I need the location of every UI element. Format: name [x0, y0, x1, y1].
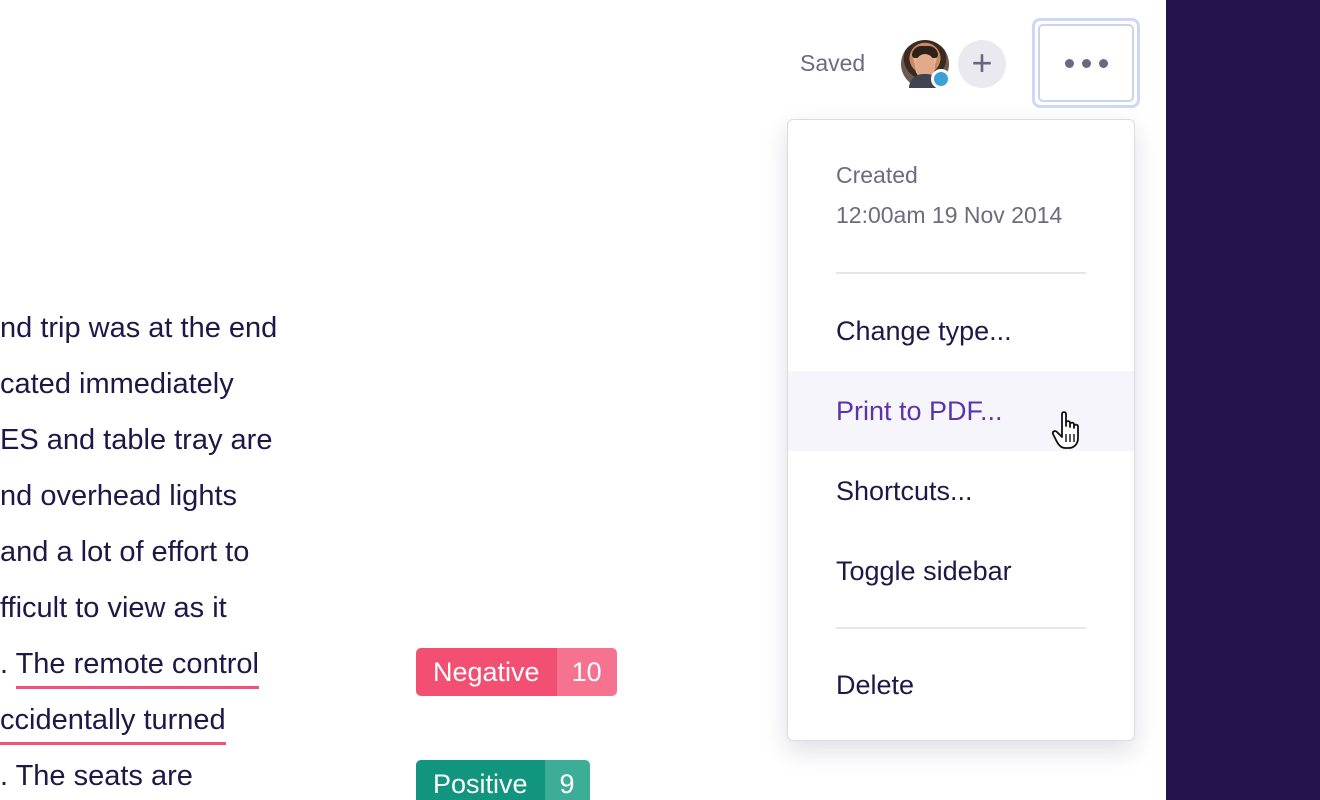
document-text-line-highlighted[interactable]: . The remote control — [0, 648, 259, 689]
tag-label: Negative — [416, 648, 557, 696]
online-status-indicator — [931, 69, 951, 89]
created-label: Created — [836, 162, 918, 188]
positive-tag[interactable]: Positive 9 — [416, 760, 590, 800]
document-text-line: fficult to view as it — [0, 592, 227, 624]
more-options-button[interactable] — [1032, 18, 1140, 108]
negative-tag[interactable]: Negative 10 — [416, 648, 617, 696]
created-date: 12:00am 19 Nov 2014 — [836, 202, 1063, 228]
highlighted-text[interactable]: ccidentally turned — [0, 704, 226, 745]
ellipsis-dot — [1098, 58, 1108, 68]
document-text-line: nd overhead lights — [0, 480, 237, 512]
menu-item-shortcuts[interactable]: Shortcuts... — [788, 451, 1134, 531]
add-collaborator-button[interactable]: + — [958, 40, 1006, 88]
saved-status: Saved — [800, 50, 866, 76]
document-text-line: ES and table tray are — [0, 424, 273, 456]
document-text-line: and a lot of effort to — [0, 536, 250, 568]
menu-item-change-type[interactable]: Change type... — [788, 291, 1134, 371]
menu-item-delete[interactable]: Delete — [788, 645, 1134, 725]
highlighted-text[interactable]: The remote control — [15, 648, 259, 689]
document-text-line-highlighted[interactable]: ccidentally turned — [0, 704, 226, 745]
menu-divider — [836, 627, 1086, 629]
document-text-line: cated immediately — [0, 368, 234, 400]
tag-count: 10 — [556, 648, 617, 696]
ellipsis-dot — [1081, 58, 1091, 68]
ellipsis-icon — [1038, 24, 1134, 102]
tag-count: 9 — [544, 760, 590, 800]
menu-item-toggle-sidebar[interactable]: Toggle sidebar — [788, 531, 1134, 611]
document-text-line: nd trip was at the end — [0, 312, 278, 344]
document-area: Saved + nd trip was at the end cated imm… — [0, 0, 1166, 800]
right-panel-background — [1166, 0, 1320, 800]
ellipsis-dot — [1064, 58, 1074, 68]
document-text-line: . The seats are — [0, 760, 193, 792]
plus-icon: + — [971, 42, 993, 83]
text-fragment: . — [0, 648, 16, 680]
hand-cursor-icon — [1051, 411, 1079, 449]
tag-label: Positive — [416, 760, 545, 800]
menu-divider — [836, 272, 1086, 274]
